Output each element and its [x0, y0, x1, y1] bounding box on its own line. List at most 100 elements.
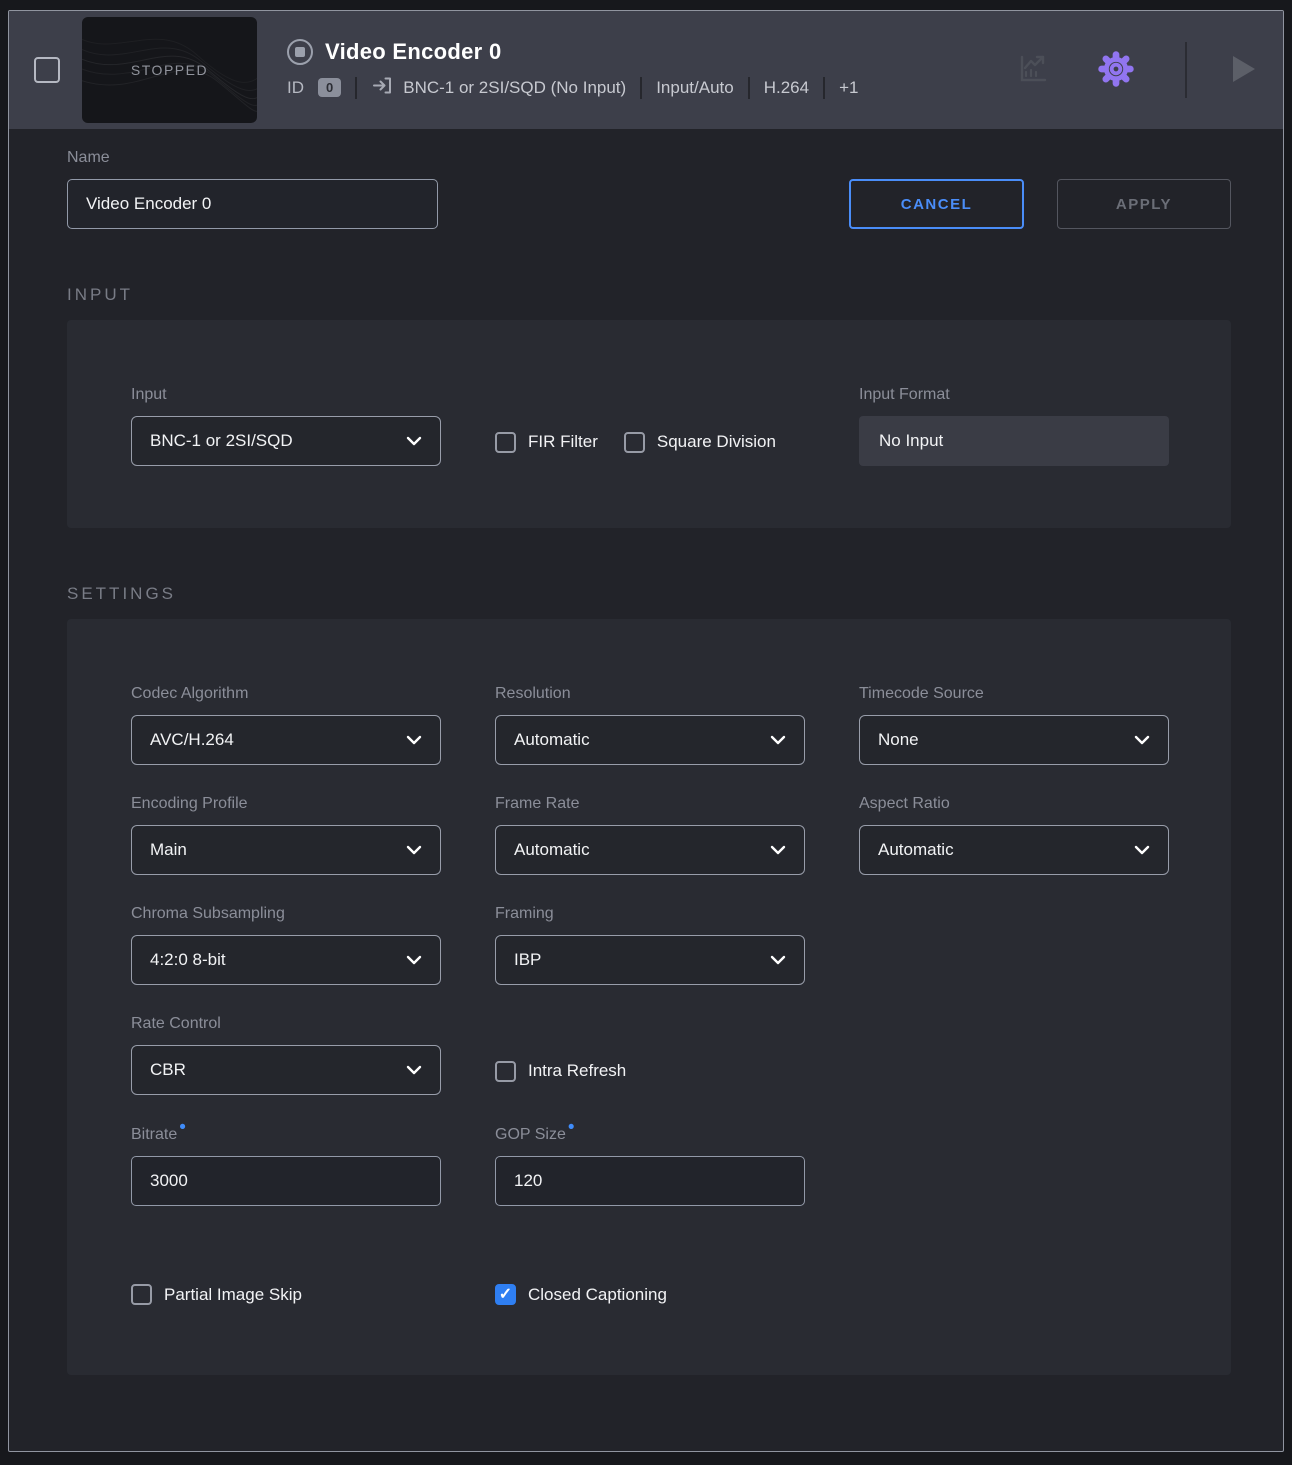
source-meta: BNC-1 or 2SI/SQD (No Input) — [371, 74, 626, 102]
meta-input-mode: Input/Auto — [656, 78, 734, 98]
name-label: Name — [67, 149, 438, 167]
resolution-field: Resolution Automatic — [495, 685, 805, 765]
meta-codec: H.264 — [764, 78, 809, 98]
settings-panel: Codec Algorithm AVC/H.264 Resolution Aut… — [67, 619, 1231, 1375]
start-encoder-button[interactable] — [1231, 54, 1257, 87]
page-title: Video Encoder 0 — [325, 39, 501, 65]
input-format-field: Input Format No Input — [859, 386, 1169, 466]
play-icon — [1231, 54, 1257, 87]
frame-rate-field: Frame Rate Automatic — [495, 795, 805, 875]
input-section-title: INPUT — [67, 285, 1231, 305]
fir-filter-label: FIR Filter — [528, 432, 598, 452]
chevron-down-icon — [406, 1065, 422, 1075]
intra-refresh-label: Intra Refresh — [528, 1061, 626, 1081]
status-badge: STOPPED — [131, 62, 208, 78]
framing-field: Framing IBP — [495, 905, 805, 985]
codec-algorithm-select[interactable]: AVC/H.264 — [131, 715, 441, 765]
bitrate-input[interactable] — [131, 1156, 441, 1206]
framing-select[interactable]: IBP — [495, 935, 805, 985]
partial-image-skip-cell: Partial Image Skip — [131, 1284, 441, 1305]
closed-captioning-checkbox-row[interactable]: Closed Captioning — [495, 1284, 805, 1305]
closed-captioning-checkbox[interactable] — [495, 1284, 516, 1305]
framing-label: Framing — [495, 905, 805, 923]
square-division-checkbox[interactable] — [624, 432, 645, 453]
chevron-down-icon — [406, 436, 422, 446]
required-marker: • — [179, 1117, 186, 1138]
partial-image-skip-label: Partial Image Skip — [164, 1285, 302, 1305]
fir-filter-checkbox-row[interactable]: FIR Filter — [495, 432, 598, 453]
gop-size-input[interactable] — [495, 1156, 805, 1206]
gop-size-label: GOP Size• — [495, 1126, 805, 1144]
input-label: Input — [131, 386, 441, 404]
name-field: Name — [67, 149, 438, 229]
chevron-down-icon — [1134, 735, 1150, 745]
settings-section-title: SETTINGS — [67, 584, 1231, 604]
input-source-icon — [371, 74, 394, 102]
header-divider — [1185, 42, 1187, 98]
partial-image-skip-checkbox[interactable] — [131, 1284, 152, 1305]
intra-refresh-cell: Intra Refresh — [495, 1046, 805, 1096]
meta-separator — [640, 77, 642, 99]
settings-button[interactable] — [1093, 46, 1139, 95]
codec-algorithm-field: Codec Algorithm AVC/H.264 — [131, 685, 441, 765]
input-field: Input BNC-1 or 2SI/SQD — [131, 386, 441, 466]
chevron-down-icon — [770, 845, 786, 855]
rate-control-select[interactable]: CBR — [131, 1045, 441, 1095]
source-label: BNC-1 or 2SI/SQD (No Input) — [403, 78, 626, 98]
aspect-ratio-select[interactable]: Automatic — [859, 825, 1169, 875]
gear-icon — [1093, 46, 1139, 95]
chevron-down-icon — [406, 845, 422, 855]
intra-refresh-checkbox-row[interactable]: Intra Refresh — [495, 1061, 626, 1082]
input-panel: Input BNC-1 or 2SI/SQD FIR Filter — [67, 320, 1231, 528]
closed-captioning-label: Closed Captioning — [528, 1285, 667, 1305]
encoder-config-card: STOPPED Video Encoder 0 ID 0 — [8, 10, 1284, 1452]
preview-thumbnail: STOPPED — [82, 17, 257, 123]
id-badge: 0 — [318, 78, 341, 97]
header-actions — [1015, 42, 1257, 98]
chevron-down-icon — [1134, 845, 1150, 855]
meta-separator — [748, 77, 750, 99]
encoding-profile-label: Encoding Profile — [131, 795, 441, 813]
encoder-select-checkbox[interactable] — [34, 57, 60, 83]
input-format-label: Input Format — [859, 386, 1169, 404]
chroma-subsampling-field: Chroma Subsampling 4:2:0 8-bit — [131, 905, 441, 985]
codec-algorithm-label: Codec Algorithm — [131, 685, 441, 703]
title-block: Video Encoder 0 ID 0 BNC-1 or 2SI/SQD (N… — [287, 39, 1003, 102]
intra-refresh-checkbox[interactable] — [495, 1061, 516, 1082]
apply-button[interactable]: APPLY — [1057, 179, 1231, 229]
closed-captioning-cell: Closed Captioning — [495, 1284, 805, 1305]
required-marker: • — [568, 1117, 575, 1138]
meta-separator — [823, 77, 825, 99]
cancel-button[interactable]: CANCEL — [849, 179, 1024, 229]
meta-separator — [355, 77, 357, 99]
gop-size-field: GOP Size• — [495, 1126, 805, 1206]
chart-icon — [1015, 51, 1051, 90]
input-format-value: No Input — [859, 416, 1169, 466]
fir-filter-checkbox[interactable] — [495, 432, 516, 453]
stopped-state-icon — [287, 39, 313, 65]
square-division-label: Square Division — [657, 432, 776, 452]
partial-image-skip-checkbox-row[interactable]: Partial Image Skip — [131, 1284, 441, 1305]
chevron-down-icon — [770, 735, 786, 745]
resolution-select[interactable]: Automatic — [495, 715, 805, 765]
resolution-label: Resolution — [495, 685, 805, 703]
statistics-button[interactable] — [1015, 51, 1051, 90]
input-select[interactable]: BNC-1 or 2SI/SQD — [131, 416, 441, 466]
chroma-subsampling-label: Chroma Subsampling — [131, 905, 441, 923]
frame-rate-select[interactable]: Automatic — [495, 825, 805, 875]
rate-control-field: Rate Control CBR — [131, 1015, 441, 1095]
encoder-meta-row: ID 0 BNC-1 or 2SI/SQD (No Input) Input/A… — [287, 74, 1003, 102]
square-division-checkbox-row[interactable]: Square Division — [624, 432, 776, 453]
chevron-down-icon — [770, 955, 786, 965]
timecode-source-select[interactable]: None — [859, 715, 1169, 765]
aspect-ratio-label: Aspect Ratio — [859, 795, 1169, 813]
bitrate-label: Bitrate• — [131, 1126, 441, 1144]
chroma-subsampling-select[interactable]: 4:2:0 8-bit — [131, 935, 441, 985]
encoding-profile-select[interactable]: Main — [131, 825, 441, 875]
name-input[interactable] — [67, 179, 438, 229]
frame-rate-label: Frame Rate — [495, 795, 805, 813]
rate-control-label: Rate Control — [131, 1015, 441, 1033]
timecode-source-field: Timecode Source None — [859, 685, 1169, 765]
encoder-header: STOPPED Video Encoder 0 ID 0 — [9, 11, 1283, 129]
name-row: Name CANCEL APPLY — [67, 149, 1231, 229]
